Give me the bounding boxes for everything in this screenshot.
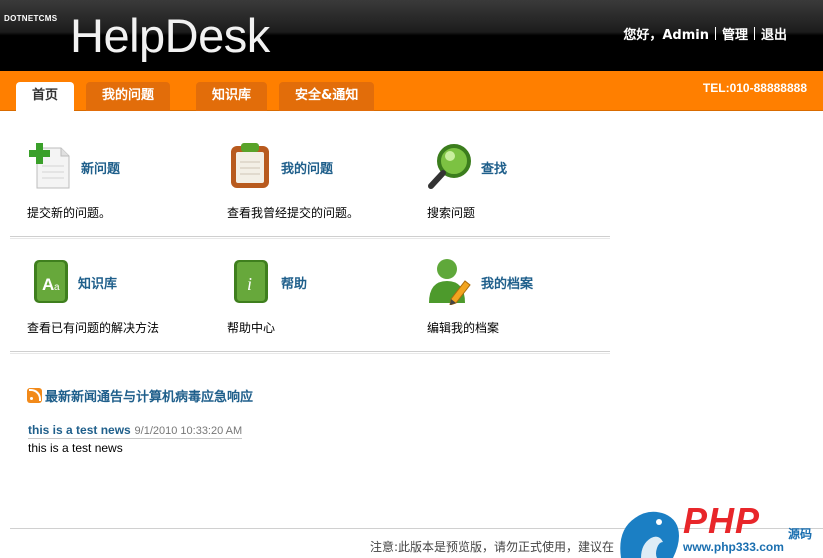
feature-title[interactable]: 我的档案 bbox=[481, 273, 533, 292]
footer-note: 注意:此版本是预览版，请勿正式使用，建议在 bbox=[370, 540, 615, 554]
news-item-body: this is a test news bbox=[28, 441, 123, 455]
tab-home[interactable]: 首页 bbox=[16, 82, 75, 111]
row-divider bbox=[10, 351, 610, 354]
user-links: 您好，Admin 管理 退出 bbox=[623, 24, 787, 43]
header: Dotnetcms HelpDesk 您好，Admin 管理 退出 bbox=[0, 0, 823, 71]
watermark: PHP 源码 www.php333.com bbox=[615, 498, 823, 558]
news-header: 最新新闻通告与计算机病毒应急响应 bbox=[27, 386, 253, 405]
brand-small: Dotnetcms bbox=[4, 14, 58, 23]
clipboard-icon bbox=[231, 143, 269, 188]
feature-title[interactable]: 我的问题 bbox=[281, 158, 333, 177]
elephant-logo-icon bbox=[620, 511, 679, 558]
rss-icon[interactable] bbox=[27, 388, 42, 403]
manage-link[interactable]: 管理 bbox=[722, 24, 748, 43]
phone-number: TEL:010-88888888 bbox=[702, 81, 807, 95]
watermark-php: PHP bbox=[683, 500, 761, 541]
feature-my-issues[interactable]: 我的问题 查看我曾经提交的问题。 bbox=[227, 142, 417, 232]
feature-desc: 帮助中心 bbox=[227, 321, 276, 335]
feature-search[interactable]: 查找 搜索问题 bbox=[427, 142, 617, 232]
help-book-icon: i bbox=[234, 260, 268, 303]
greeting: 您好，Admin bbox=[623, 28, 709, 43]
feature-desc: 编辑我的档案 bbox=[427, 321, 500, 335]
tab-my-issues[interactable]: 我的问题 bbox=[86, 82, 171, 111]
feature-title[interactable]: 新问题 bbox=[81, 158, 120, 177]
magnifier-icon bbox=[428, 144, 471, 189]
new-document-icon bbox=[29, 143, 70, 189]
feature-help[interactable]: i 帮助 帮助中心 bbox=[227, 257, 417, 347]
svg-text:A: A bbox=[42, 275, 54, 294]
logout-link[interactable]: 退出 bbox=[761, 24, 787, 43]
news-item-title[interactable]: this is a test news bbox=[28, 423, 131, 437]
svg-text:i: i bbox=[247, 274, 252, 294]
feature-my-profile[interactable]: 我的档案 编辑我的档案 bbox=[427, 257, 617, 347]
feature-new-issue[interactable]: 新问题 提交新的问题。 bbox=[27, 142, 217, 232]
nav-bar: 首页 我的问题 知识库 安全&通知 TEL:010-88888888 bbox=[0, 71, 823, 111]
news-item-date: 9/1/2010 10:33:20 AM bbox=[134, 425, 243, 437]
divider bbox=[714, 27, 716, 40]
feature-desc: 提交新的问题。 bbox=[27, 206, 112, 220]
feature-desc: 搜索问题 bbox=[427, 206, 476, 220]
tab-security-notice[interactable]: 安全&通知 bbox=[279, 82, 375, 111]
tab-knowledge-base[interactable]: 知识库 bbox=[196, 82, 268, 111]
feature-title[interactable]: 查找 bbox=[481, 158, 507, 177]
feature-title[interactable]: 知识库 bbox=[78, 273, 117, 292]
watermark-url: www.php333.com bbox=[683, 540, 784, 554]
news-item: this is a test news 9/1/2010 10:33:20 AM bbox=[28, 423, 243, 439]
feature-title[interactable]: 帮助 bbox=[281, 273, 307, 292]
profile-edit-icon bbox=[429, 259, 471, 305]
feature-desc: 查看我曾经提交的问题。 bbox=[227, 206, 360, 220]
feature-desc: 查看已有问题的解决方法 bbox=[27, 321, 160, 335]
watermark-source: 源码 bbox=[788, 527, 813, 541]
feature-knowledge-base[interactable]: A a 知识库 查看已有问题的解决方法 bbox=[27, 257, 217, 347]
news-section-title: 最新新闻通告与计算机病毒应急响应 bbox=[45, 390, 254, 405]
book-icon: A a bbox=[34, 260, 68, 303]
svg-text:a: a bbox=[54, 282, 60, 293]
divider bbox=[753, 27, 755, 40]
row-divider bbox=[10, 236, 610, 239]
brand-logo[interactable]: HelpDesk bbox=[70, 8, 270, 64]
